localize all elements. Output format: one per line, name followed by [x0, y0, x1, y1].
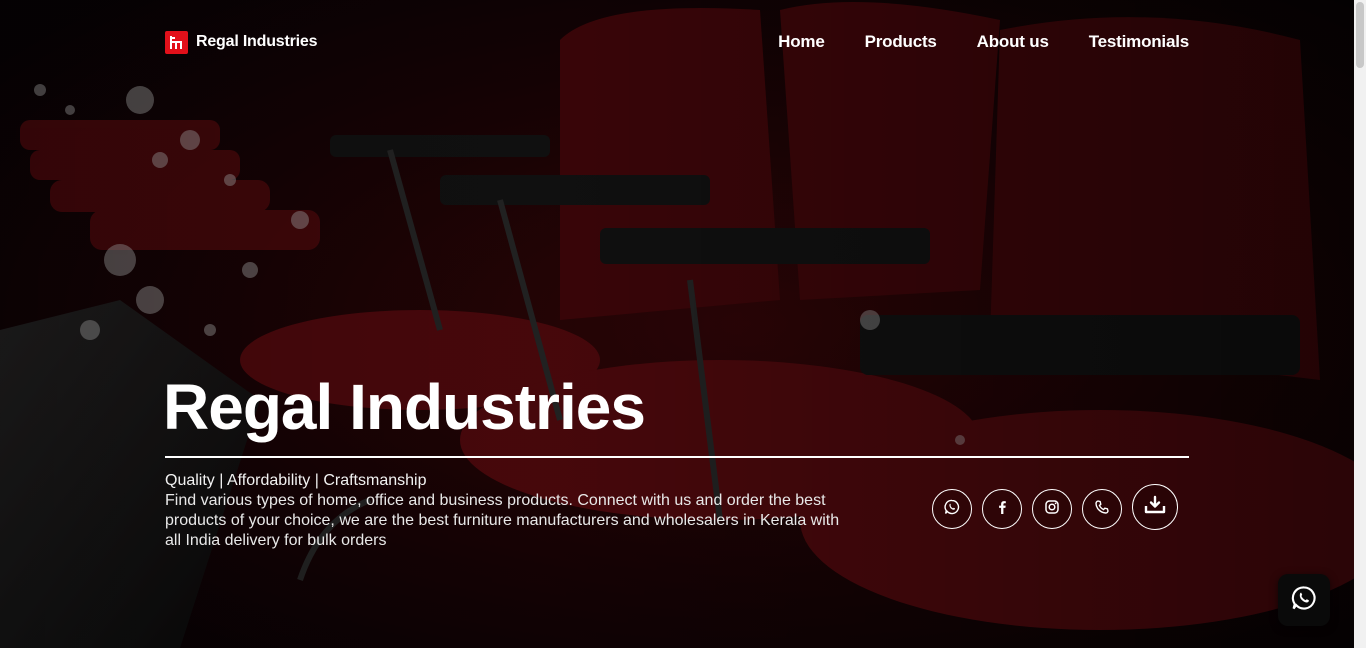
phone-button[interactable]: [1082, 489, 1122, 529]
hero-description: Find various types of home, office and b…: [165, 492, 840, 549]
page-viewport: Regal Industries Home Products About us …: [0, 0, 1354, 648]
page-scrollbar[interactable]: [1354, 0, 1366, 648]
scrollbar-thumb[interactable]: [1356, 2, 1364, 68]
download-button[interactable]: [1132, 484, 1178, 530]
chair-logo-icon: [165, 30, 188, 54]
nav-home[interactable]: Home: [778, 32, 825, 52]
hero-tagline: Quality | Affordability | Craftsmanship: [165, 472, 427, 489]
hero-divider: [165, 456, 1189, 458]
whatsapp-icon: [944, 499, 960, 520]
facebook-icon: [995, 499, 1009, 520]
site-header: Regal Industries Home Products About us …: [165, 28, 1189, 56]
whatsapp-icon: [1291, 585, 1317, 616]
nav-about-us[interactable]: About us: [977, 32, 1049, 52]
whatsapp-button[interactable]: [932, 489, 972, 529]
facebook-button[interactable]: [982, 489, 1022, 529]
nav-products[interactable]: Products: [865, 32, 937, 52]
brand-name: Regal Industries: [196, 33, 318, 50]
social-links: [932, 484, 1178, 530]
instagram-icon: [1044, 499, 1060, 520]
hero-title: Regal Industries: [163, 371, 646, 443]
main-nav: Home Products About us Testimonials: [778, 32, 1189, 52]
floating-whatsapp-button[interactable]: [1278, 574, 1330, 626]
phone-icon: [1094, 499, 1110, 520]
instagram-button[interactable]: [1032, 489, 1072, 529]
download-icon: [1144, 495, 1166, 520]
nav-testimonials[interactable]: Testimonials: [1089, 32, 1189, 52]
brand-link[interactable]: Regal Industries: [165, 30, 318, 54]
